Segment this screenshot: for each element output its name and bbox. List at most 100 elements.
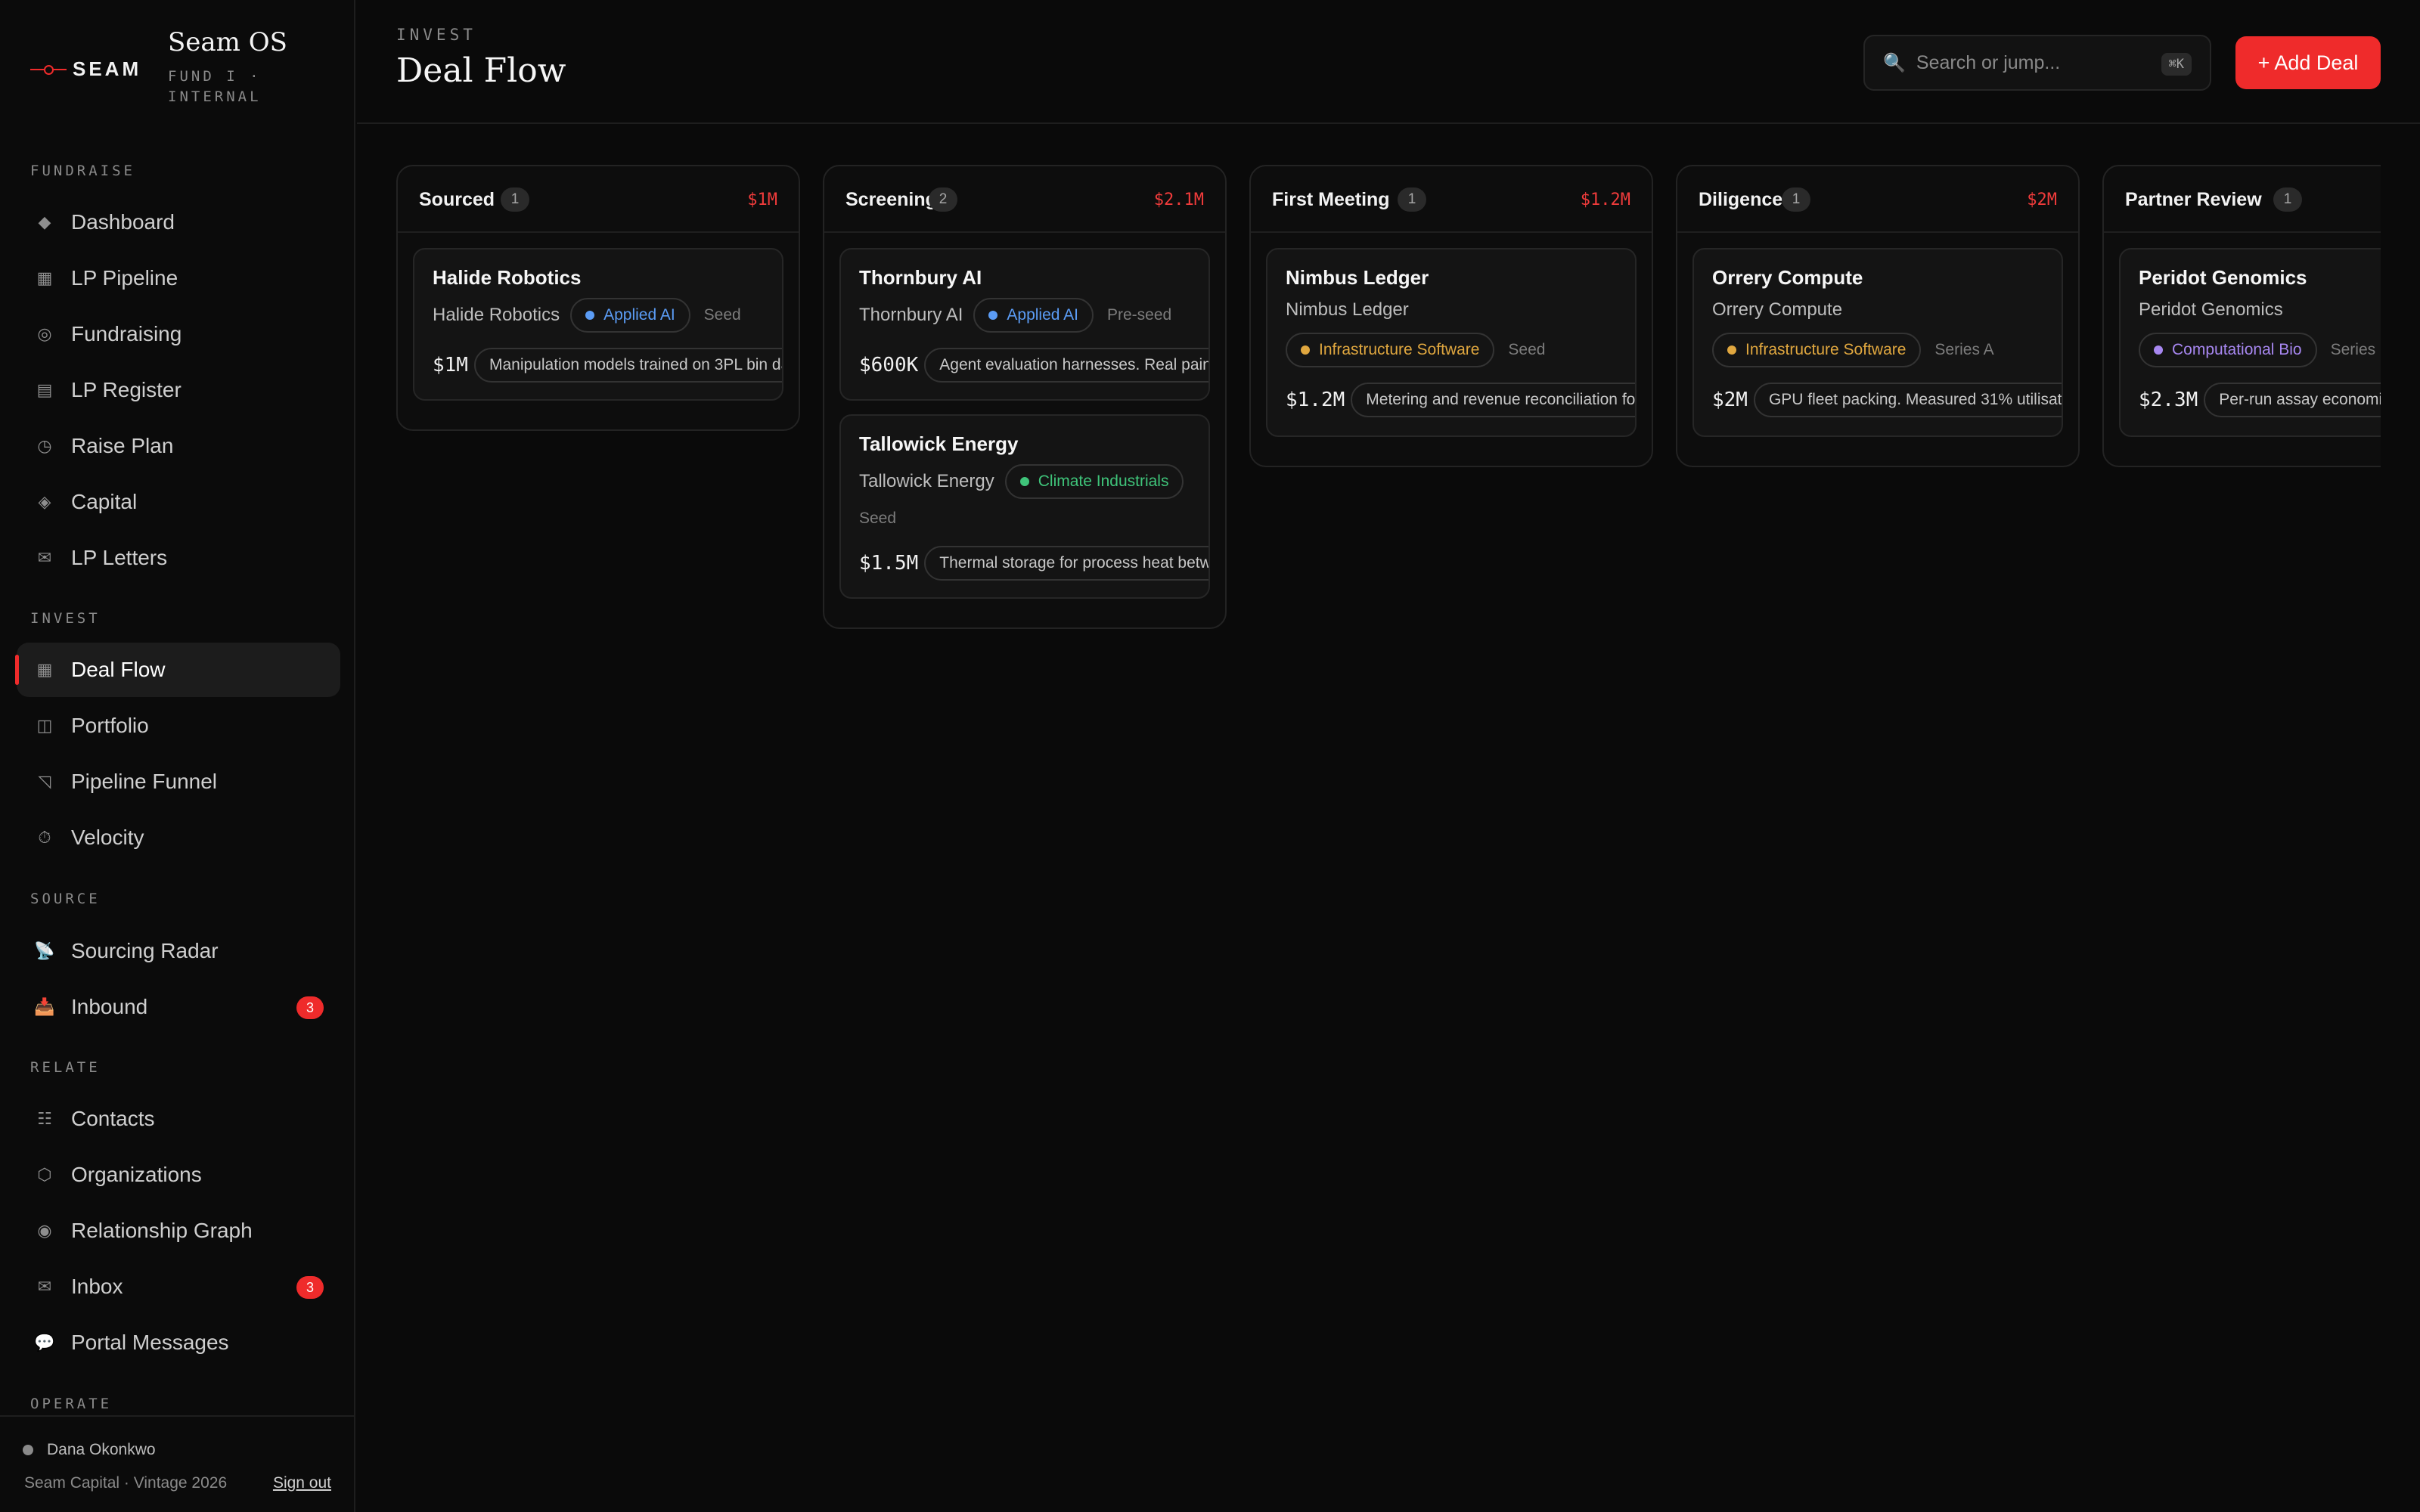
deal-amount: $2M: [1712, 389, 1748, 411]
deal-card[interactable]: Thornbury AI Thornbury AI Applied AI Pre-se…: [839, 248, 1210, 401]
sector-tag: Infrastructure Software: [1712, 333, 1922, 367]
column-header[interactable]: Sourced 1 $1M: [398, 166, 799, 233]
deal-thesis: Metering and revenue reconciliation for …: [1351, 383, 1635, 417]
column-body: Peridot Genomics Peridot Genomics Computat…: [2104, 233, 2381, 466]
pipeline-column-partner-review: Partner Review 1 Peridot Genomics Peridot G…: [2102, 165, 2381, 467]
sector-tag: Computational Bio: [2139, 333, 2317, 367]
company-name: Halide Robotics: [433, 305, 560, 325]
deal-name: Nimbus Ledger: [1286, 266, 1429, 289]
sidebar-item-fundraising[interactable]: ◎ Fundraising: [17, 307, 340, 361]
inbox-icon: ✉: [37, 1277, 52, 1296]
deal-card[interactable]: Halide Robotics Halide Robotics Applied AI…: [413, 248, 783, 401]
sector-tag: Climate Industrials: [1004, 464, 1184, 499]
sidebar-item-label: Contacts: [71, 1107, 155, 1130]
lp-letters-icon: ✉: [37, 548, 52, 567]
sidebar-item-label: Portfolio: [71, 714, 149, 737]
deal-board: Sourced 1 $1M Halide Robotics Halide Robotic…: [357, 125, 2381, 1512]
deal-card[interactable]: Peridot Genomics Peridot Genomics Computat…: [2119, 248, 2381, 437]
search-input[interactable]: [1916, 51, 2143, 74]
sidebar-footer: Dana Okonkwo Seam Capital · Vintage 2026…: [0, 1415, 354, 1512]
unread-count-badge: 3: [296, 1276, 324, 1299]
deal-flow-icon: ▦: [36, 660, 53, 679]
column-body: Nimbus Ledger Nimbus Ledger Infrastructure…: [1251, 233, 1652, 466]
column-total-amount: $1.2M: [1580, 191, 1630, 209]
sector-tag-label: Infrastructure Software: [1745, 341, 1907, 358]
seam-logo[interactable]: SEAM: [30, 57, 141, 81]
sidebar-item-deal-flow[interactable]: ▦ Deal Flow: [15, 643, 340, 697]
sidebar-item-label: Portal Messages: [71, 1331, 229, 1354]
sidebar-item-label: LP Letters: [71, 546, 168, 569]
sidebar-item-label: Inbound: [71, 995, 148, 1018]
sidebar-item-lp-letters[interactable]: ✉ LP Letters: [17, 531, 340, 585]
search-shortcut: ⌘K: [2161, 53, 2192, 76]
sidebar-item-velocity[interactable]: ⏱ Velocity: [17, 810, 340, 865]
portfolio-icon: ◫: [36, 716, 53, 735]
deal-card[interactable]: Orrery Compute Orrery Compute Infrastructu…: [1692, 248, 2063, 437]
relationship-graph-icon: ◉: [37, 1221, 52, 1240]
sidebar-item-portfolio[interactable]: ◫ Portfolio: [17, 699, 340, 753]
deal-card[interactable]: Tallowick Energy Tallowick Energy Climate …: [839, 414, 1210, 599]
sidebar-item-inbound[interactable]: 📥 Inbound 3: [17, 980, 340, 1034]
inbound-icon: 📥: [34, 997, 55, 1016]
user-status-icon: [23, 1445, 33, 1455]
column-header[interactable]: Partner Review 1: [2104, 166, 2381, 233]
sector-tag: Applied AI: [973, 298, 1094, 333]
column-title: Sourced: [419, 189, 495, 210]
org-label: Seam Capital · Vintage 2026: [24, 1474, 228, 1492]
add-deal-button[interactable]: + Add Deal: [2235, 36, 2381, 89]
sidebar-item-inbox[interactable]: ✉ Inbox 3: [17, 1259, 340, 1314]
sector-tag: Infrastructure Software: [1286, 333, 1495, 367]
sign-out-link[interactable]: Sign out: [273, 1474, 331, 1492]
deal-thesis: Manipulation models trained on 3PL bin d…: [473, 348, 782, 383]
sidebar-item-label: Deal Flow: [71, 658, 166, 681]
sidebar-item-label: Sourcing Radar: [71, 939, 219, 962]
logo-text: SEAM: [73, 57, 142, 80]
sidebar: SEAM Seam OS FUND I · INTERNAL FUNDRAISE…: [0, 0, 355, 1512]
search-box[interactable]: 🔍 ⌘K: [1863, 35, 2211, 91]
sidebar-item-label: LP Pipeline: [71, 266, 178, 290]
sidebar-item-lp-register[interactable]: ▤ LP Register: [17, 363, 340, 417]
deal-amount: $1.2M: [1286, 389, 1345, 411]
sector-dot-icon: [1019, 477, 1029, 486]
sector-dot-icon: [2154, 345, 2163, 355]
deal-stage: Seed: [703, 306, 741, 324]
sector-tag-label: Climate Industrials: [1038, 472, 1169, 490]
pipeline-column-first-meeting: First Meeting 1 $1.2M Nimbus Ledger Nimbus L…: [1249, 165, 1653, 467]
column-header[interactable]: Screening 2 $2.1M: [824, 166, 1225, 233]
page-header: INVEST Deal Flow 🔍 ⌘K + Add Deal: [357, 0, 2420, 124]
deal-amount: $1M: [433, 354, 468, 376]
sidebar-item-relationship-graph[interactable]: ◉ Relationship Graph: [17, 1204, 340, 1258]
column-header[interactable]: First Meeting 1 $1.2M: [1251, 166, 1652, 233]
sidebar-item-capital[interactable]: ◈ Capital: [17, 475, 340, 529]
pipeline-column-sourced: Sourced 1 $1M Halide Robotics Halide Robotic…: [396, 165, 800, 431]
sidebar-item-label: Raise Plan: [71, 434, 174, 457]
column-body: Halide Robotics Halide Robotics Applied AI…: [398, 233, 799, 429]
sidebar-item-sourcing-radar[interactable]: 📡 Sourcing Radar: [17, 924, 340, 978]
fundraising-icon: ◎: [37, 324, 52, 343]
sector-tag-label: Applied AI: [1007, 306, 1078, 324]
sidebar-item-label: Velocity: [71, 826, 144, 849]
raise-plan-icon: ◷: [37, 436, 52, 455]
nav-section-title: OPERATE: [30, 1396, 113, 1412]
column-body: Thornbury AI Thornbury AI Applied AI Pre-se…: [824, 233, 1225, 627]
company-name: Orrery Compute: [1712, 299, 1843, 320]
sidebar-item-lp-pipeline[interactable]: ▦ LP Pipeline: [17, 251, 340, 305]
pipeline-funnel-icon: ◹: [38, 772, 51, 791]
sidebar-item-portal-messages[interactable]: 💬 Portal Messages: [17, 1315, 340, 1370]
sidebar-item-dashboard[interactable]: ◆ Dashboard: [17, 195, 340, 249]
contacts-icon: ☷: [37, 1109, 52, 1128]
sector-dot-icon: [988, 311, 998, 320]
deal-name: Thornbury AI: [859, 266, 982, 289]
sidebar-item-organizations[interactable]: ⬡ Organizations: [17, 1148, 340, 1202]
sidebar-item-contacts[interactable]: ☷ Contacts: [17, 1092, 340, 1146]
sidebar-item-label: Relationship Graph: [71, 1219, 253, 1242]
deal-card[interactable]: Nimbus Ledger Nimbus Ledger Infrastructure…: [1266, 248, 1637, 437]
deal-name: Peridot Genomics: [2139, 266, 2307, 289]
column-header[interactable]: Diligence 1 $2M: [1677, 166, 2078, 233]
deal-thesis: GPU fleet packing. Measured 31% utilisat…: [1753, 383, 2062, 417]
column-count-badge: 2: [929, 187, 957, 212]
user-name: Dana Okonkwo: [47, 1441, 156, 1458]
deal-stage: Pre-seed: [1106, 306, 1172, 324]
sidebar-item-pipeline-funnel[interactable]: ◹ Pipeline Funnel: [17, 754, 340, 809]
sidebar-item-raise-plan[interactable]: ◷ Raise Plan: [17, 419, 340, 473]
